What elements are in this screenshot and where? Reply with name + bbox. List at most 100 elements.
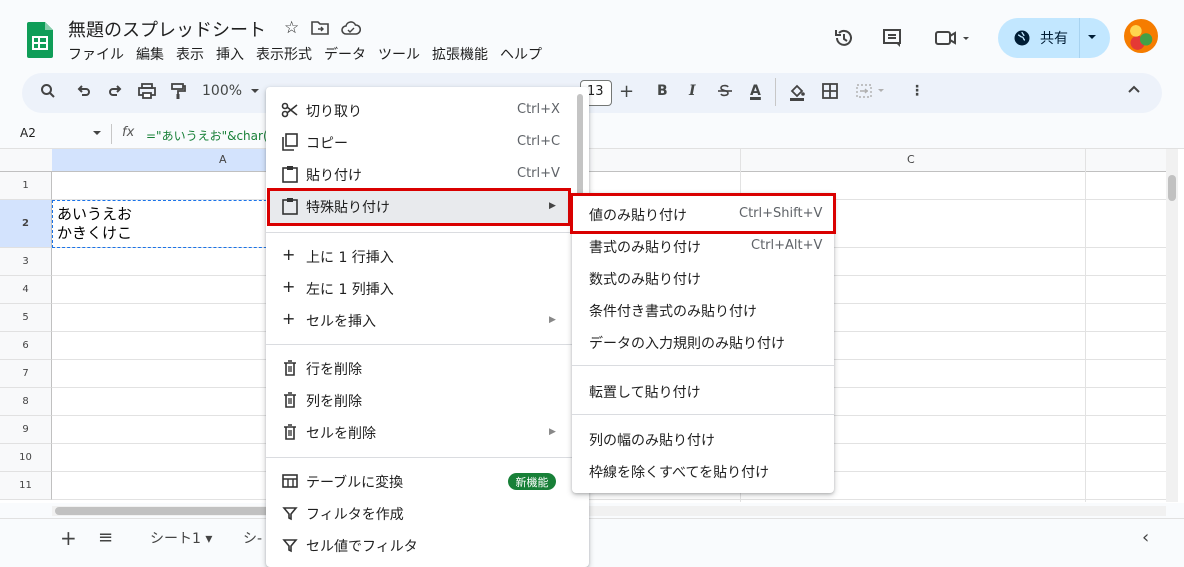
avatar[interactable] [1124, 19, 1158, 53]
borders-icon[interactable] [822, 83, 838, 99]
add-sheet-icon[interactable]: + [60, 526, 77, 550]
redo-icon[interactable] [107, 83, 123, 99]
submenu-item-all-except-borders[interactable]: 枠線を除くすべてを貼り付け [589, 462, 769, 482]
menu-item-delete-cells[interactable]: セルを削除 [306, 423, 376, 443]
menu-item-paste[interactable]: 貼り付け [306, 165, 362, 185]
menu-item-delete-col[interactable]: 列を削除 [306, 391, 362, 411]
move-folder-icon[interactable] [311, 18, 330, 38]
trash-icon [281, 391, 299, 409]
submenu-item-format-only[interactable]: 書式のみ貼り付け [589, 237, 701, 257]
row-header-8[interactable]: 8 [0, 388, 52, 416]
text-color-button[interactable]: A [750, 83, 761, 99]
bold-button[interactable]: B [657, 83, 668, 99]
menu-item-filter-by-value[interactable]: セル値でフィルタ [306, 536, 418, 556]
menu-separator [572, 414, 834, 415]
row-divider [52, 499, 1166, 500]
document-title[interactable]: 無題のスプレッドシート [68, 16, 266, 42]
zoom-select[interactable]: 100% [202, 83, 242, 99]
menu-item-insert-row-above[interactable]: 上に 1 行挿入 [306, 247, 394, 267]
row-header-6[interactable]: 6 [0, 332, 52, 360]
menu-item-copy[interactable]: コピー [306, 133, 348, 153]
all-sheets-icon[interactable]: ≡ [98, 527, 113, 548]
table-icon [281, 472, 299, 490]
plus-icon: + [282, 277, 296, 296]
vertical-scroll-thumb[interactable] [1168, 175, 1176, 201]
menu-extensions[interactable]: 拡張機能 [432, 44, 488, 64]
version-history-icon[interactable] [830, 26, 858, 50]
menu-insert[interactable]: 挿入 [216, 44, 244, 64]
meet-icon[interactable] [930, 26, 974, 50]
row-header-5[interactable]: 5 [0, 304, 52, 332]
menu-separator [572, 365, 834, 366]
formula-text: ="あいうえお"&char( [146, 129, 268, 143]
menu-data[interactable]: データ [324, 44, 366, 64]
row-header-7[interactable]: 7 [0, 360, 52, 388]
cloud-status-icon[interactable] [341, 18, 362, 38]
trash-icon [281, 359, 299, 377]
italic-button[interactable]: I [689, 83, 696, 99]
highlight-box-paste-special [267, 188, 571, 226]
submenu-item-col-width-only[interactable]: 列の幅のみ貼り付け [589, 430, 715, 450]
format-only-shortcut: Ctrl+Alt+V [751, 238, 823, 253]
share-dropdown-icon[interactable] [1086, 31, 1098, 43]
column-label-c: C [907, 153, 915, 166]
menu-view[interactable]: 表示 [176, 44, 204, 64]
sheets-logo-icon[interactable] [27, 22, 53, 58]
menu-item-delete-row[interactable]: 行を削除 [306, 359, 362, 379]
sheet-tab-2[interactable]: シ- [243, 528, 262, 548]
menu-item-insert-col-left[interactable]: 左に 1 列挿入 [306, 279, 394, 299]
row-header-11[interactable]: 11 [0, 472, 52, 500]
filter-icon [281, 504, 299, 522]
collapse-menu-icon[interactable] [1127, 83, 1141, 97]
submenu-item-validation-only[interactable]: データの入力規則のみ貼り付け [589, 333, 785, 353]
strikethrough-icon[interactable] [716, 83, 734, 99]
increase-font-size-button[interactable]: + [619, 81, 634, 102]
comments-icon[interactable] [878, 26, 906, 50]
scissors-icon [281, 101, 299, 119]
print-icon[interactable] [138, 83, 156, 99]
merge-cells-icon [856, 83, 892, 99]
menu-edit[interactable]: 編集 [136, 44, 164, 64]
menu-help[interactable]: ヘルプ [500, 44, 542, 64]
row-header-10[interactable]: 10 [0, 444, 52, 472]
menu-item-insert-cells[interactable]: セルを挿入 [306, 311, 376, 331]
share-label: 共有 [1040, 31, 1068, 47]
row-header-3[interactable]: 3 [0, 248, 52, 276]
submenu-item-formula-only[interactable]: 数式のみ貼り付け [589, 269, 701, 289]
menu-item-convert-table[interactable]: テーブルに変換 [306, 472, 403, 492]
paint-format-icon[interactable] [170, 83, 186, 99]
menu-item-cut[interactable]: 切り取り [306, 101, 362, 121]
plus-icon: + [282, 245, 296, 264]
copy-icon [281, 133, 299, 151]
submenu-item-transpose[interactable]: 転置して貼り付け [589, 382, 701, 402]
more-tools-button[interactable]: ⋮ [910, 83, 924, 99]
undo-icon[interactable] [76, 83, 92, 99]
name-box-dropdown-icon[interactable] [92, 128, 102, 138]
paste-shortcut: Ctrl+V [517, 166, 560, 181]
horizontal-scroll-thumb[interactable] [55, 507, 275, 515]
explore-collapse-icon[interactable]: ‹ [1142, 527, 1149, 548]
font-size-value: 13 [587, 84, 604, 99]
menu-file[interactable]: ファイル [68, 44, 124, 64]
menu-format[interactable]: 表示形式 [256, 44, 312, 64]
menu-separator [266, 232, 589, 233]
menu-tools[interactable]: ツール [378, 44, 420, 64]
zoom-dropdown-icon[interactable] [250, 83, 260, 99]
name-box[interactable]: A2 [20, 126, 36, 140]
vertical-scrollbar[interactable] [1166, 149, 1178, 502]
row-header-1[interactable]: 1 [0, 172, 52, 200]
globe-icon [1013, 29, 1031, 47]
star-icon[interactable]: ☆ [284, 18, 299, 38]
menu-item-create-filter[interactable]: フィルタを作成 [306, 504, 404, 524]
fill-color-icon[interactable] [788, 83, 806, 101]
row-header-9[interactable]: 9 [0, 416, 52, 444]
fx-icon: fx [122, 125, 135, 140]
submenu-arrow-icon: ▶ [549, 427, 556, 437]
row-header-4[interactable]: 4 [0, 276, 52, 304]
formula-input[interactable]: ="あいうえお"&char( [146, 127, 268, 144]
sheet-tab-1[interactable]: シート1 ▾ [150, 528, 212, 548]
highlight-box-values-only [570, 193, 836, 234]
row-header-2[interactable]: 2 [0, 200, 52, 248]
search-menus-icon[interactable] [40, 83, 56, 99]
submenu-item-cond-format-only[interactable]: 条件付き書式のみ貼り付け [589, 301, 757, 321]
